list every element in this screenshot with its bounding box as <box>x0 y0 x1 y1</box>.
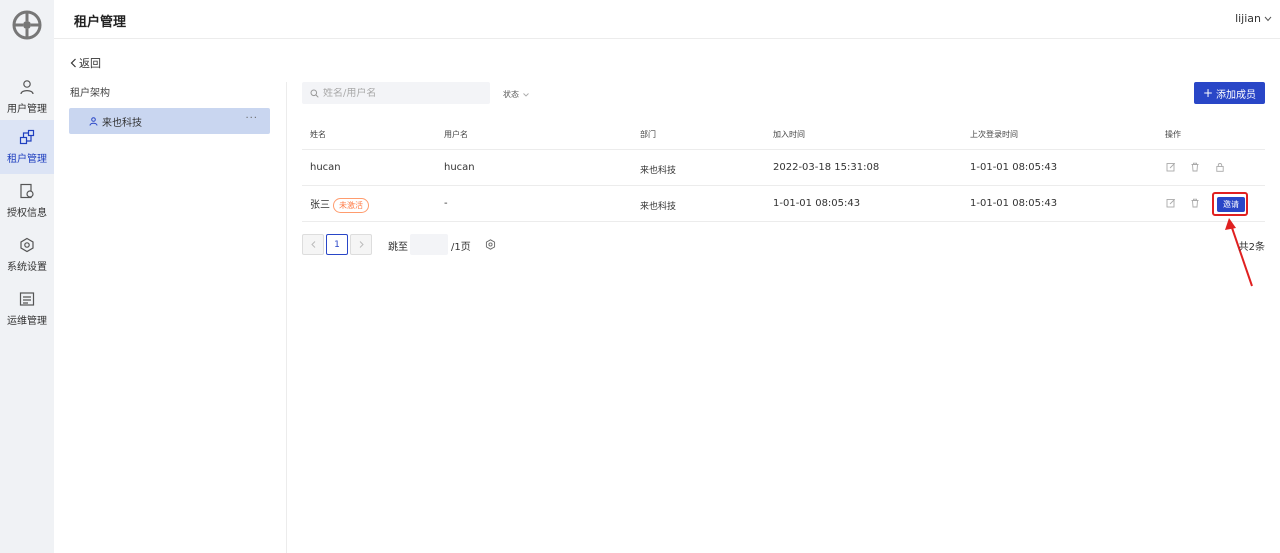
settings-icon <box>20 237 34 253</box>
total-count: 共2条 <box>1238 242 1265 253</box>
back-label: 返回 <box>79 57 101 70</box>
cell-name: hucan <box>310 162 341 173</box>
search-box[interactable] <box>302 82 490 104</box>
ops-icon <box>19 292 35 306</box>
table-header: 姓名 用户名 部门 加入时间 上次登录时间 操作 <box>302 116 1265 150</box>
sidebar-item-label: 授权信息 <box>7 208 47 219</box>
add-member-button[interactable]: + 添加成员 <box>1194 82 1265 104</box>
edit-icon[interactable] <box>1166 162 1176 172</box>
cell-joined: 1-01-01 08:05:43 <box>773 198 861 209</box>
prev-page-button[interactable] <box>302 234 324 255</box>
cell-joined: 2022-03-18 15:31:08 <box>773 162 880 173</box>
sidebar: 用户管理 租户管理 授权信息 系统设置 运维管理 <box>0 0 54 553</box>
chevron-down-icon <box>523 92 529 97</box>
edit-icon[interactable] <box>1166 198 1176 208</box>
jump-label: 跳至 <box>388 242 408 253</box>
sidebar-item-tenant-management[interactable]: 租户管理 <box>0 120 54 174</box>
user-icon <box>20 80 34 95</box>
sidebar-item-label: 系统设置 <box>7 262 47 273</box>
search-input[interactable] <box>323 87 483 99</box>
column-header: 操作 <box>1165 130 1181 139</box>
chevron-left-icon <box>70 58 76 68</box>
tree-node-company[interactable]: 来也科技 ··· <box>69 108 270 134</box>
user-menu[interactable]: lijian <box>1235 12 1272 25</box>
cell-username: - <box>444 198 448 209</box>
search-icon <box>310 89 319 98</box>
chevron-down-icon <box>1264 16 1272 21</box>
cell-last-login: 1-01-01 08:05:43 <box>970 162 1058 173</box>
tree-node-label: 来也科技 <box>102 117 142 129</box>
add-member-label: 添加成员 <box>1216 89 1257 101</box>
cell-username: hucan <box>444 162 475 173</box>
page-title: 租户管理 <box>74 15 127 30</box>
tree-title: 租户架构 <box>70 88 110 99</box>
table-row: hucan hucan 来也科技 2022-03-18 15:31:08 1-0… <box>302 150 1265 186</box>
app-logo-icon[interactable] <box>12 10 42 40</box>
sidebar-item-label: 租户管理 <box>7 154 47 165</box>
pagination: 1 跳至 /1页 共2条 <box>302 234 1265 256</box>
table-row: 张三 未激活 - 来也科技 1-01-01 08:05:43 1-01-01 08… <box>302 186 1265 222</box>
sidebar-item-label: 用户管理 <box>7 104 47 115</box>
top-bar: 租户管理 lijian <box>54 0 1280 39</box>
column-header: 用户名 <box>444 130 468 139</box>
next-page-button[interactable] <box>350 234 372 255</box>
tenant-icon <box>19 129 35 145</box>
member-name: 张三 <box>310 200 330 211</box>
status-filter-label: 状态 <box>503 90 519 99</box>
cell-last-login: 1-01-01 08:05:43 <box>970 198 1058 209</box>
sidebar-item-label: 运维管理 <box>7 316 47 327</box>
delete-icon[interactable] <box>1190 162 1200 172</box>
plus-icon: + <box>1202 86 1214 100</box>
status-badge: 未激活 <box>333 197 369 213</box>
cell-dept: 来也科技 <box>640 166 677 176</box>
jump-page-input[interactable] <box>410 234 448 255</box>
username: lijian <box>1235 12 1261 25</box>
chevron-left-icon <box>310 241 315 248</box>
more-options-icon[interactable]: ··· <box>245 113 258 124</box>
gear-icon[interactable] <box>485 239 496 250</box>
license-icon <box>20 183 34 199</box>
cell-dept: 来也科技 <box>640 202 677 212</box>
column-header: 加入时间 <box>773 130 805 139</box>
sidebar-item-license-info[interactable]: 授权信息 <box>0 174 54 228</box>
cell-name: 张三 未激活 <box>310 196 369 213</box>
total-pages: /1页 <box>451 242 471 253</box>
delete-icon[interactable] <box>1190 198 1200 208</box>
org-icon <box>89 116 98 126</box>
highlight-box <box>1212 192 1248 216</box>
members-table: 姓名 用户名 部门 加入时间 上次登录时间 操作 hucan hucan 来也科… <box>302 116 1265 222</box>
status-filter[interactable]: 状态 <box>503 89 529 100</box>
lock-icon[interactable] <box>1215 162 1225 172</box>
column-header: 上次登录时间 <box>970 130 1018 139</box>
back-link[interactable]: 返回 <box>70 55 101 71</box>
page-number-button[interactable]: 1 <box>326 234 348 255</box>
column-header: 姓名 <box>310 130 326 139</box>
panel-divider <box>286 82 287 553</box>
column-header: 部门 <box>640 130 656 139</box>
sidebar-item-user-management[interactable]: 用户管理 <box>0 70 54 124</box>
sidebar-item-system-settings[interactable]: 系统设置 <box>0 228 54 282</box>
sidebar-item-ops-management[interactable]: 运维管理 <box>0 282 54 336</box>
chevron-right-icon <box>359 241 364 248</box>
